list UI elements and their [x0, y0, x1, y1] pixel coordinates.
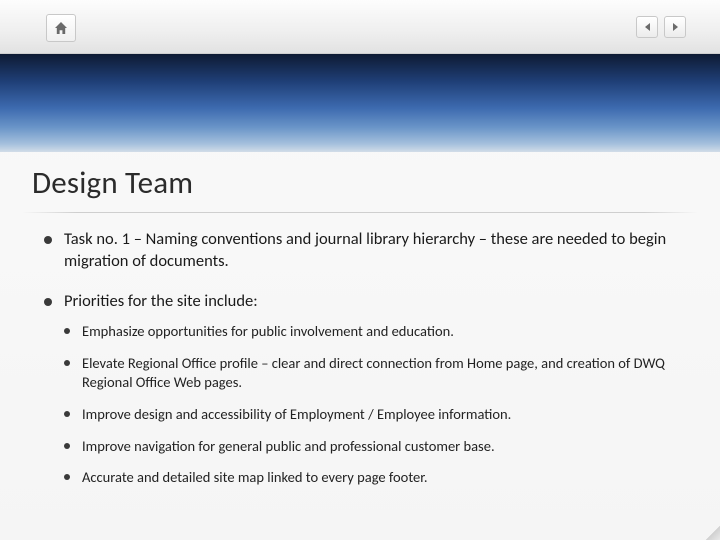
nav-buttons: [636, 16, 686, 38]
home-button[interactable]: [46, 14, 76, 42]
list-item: Improve design and accessibility of Empl…: [64, 405, 676, 425]
list-item: Emphasize opportunities for public invol…: [64, 322, 676, 342]
list-item: Improve navigation for general public an…: [64, 437, 676, 457]
list-item: Accurate and detailed site map linked to…: [64, 468, 676, 488]
list-item-text: Priorities for the site include:: [64, 291, 258, 311]
page-curl-icon: [706, 526, 720, 540]
list-item-text: Improve navigation for general public an…: [82, 437, 495, 455]
next-button[interactable]: [664, 16, 686, 38]
prev-button[interactable]: [636, 16, 658, 38]
content: Task no. 1 – Naming conventions and jour…: [0, 213, 720, 488]
toolbar: [0, 0, 720, 54]
sub-bullet-list: Emphasize opportunities for public invol…: [64, 322, 676, 487]
list-item-text: Emphasize opportunities for public invol…: [82, 322, 454, 340]
list-item: Elevate Regional Office profile – clear …: [64, 354, 676, 393]
banner: [0, 54, 720, 152]
list-item: Task no. 1 – Naming conventions and jour…: [44, 229, 676, 273]
list-item: Priorities for the site include: Emphasi…: [44, 291, 676, 488]
slide: Design Team Task no. 1 – Naming conventi…: [0, 0, 720, 540]
chevron-right-icon: [671, 22, 680, 32]
chevron-left-icon: [643, 22, 652, 32]
bullet-list: Task no. 1 – Naming conventions and jour…: [44, 229, 676, 488]
list-item-text: Improve design and accessibility of Empl…: [82, 405, 511, 423]
home-icon: [53, 21, 69, 36]
page-title: Design Team: [0, 152, 720, 212]
list-item-text: Elevate Regional Office profile – clear …: [82, 354, 665, 392]
list-item-text: Accurate and detailed site map linked to…: [82, 468, 428, 486]
list-item-text: Task no. 1 – Naming conventions and jour…: [64, 229, 666, 271]
